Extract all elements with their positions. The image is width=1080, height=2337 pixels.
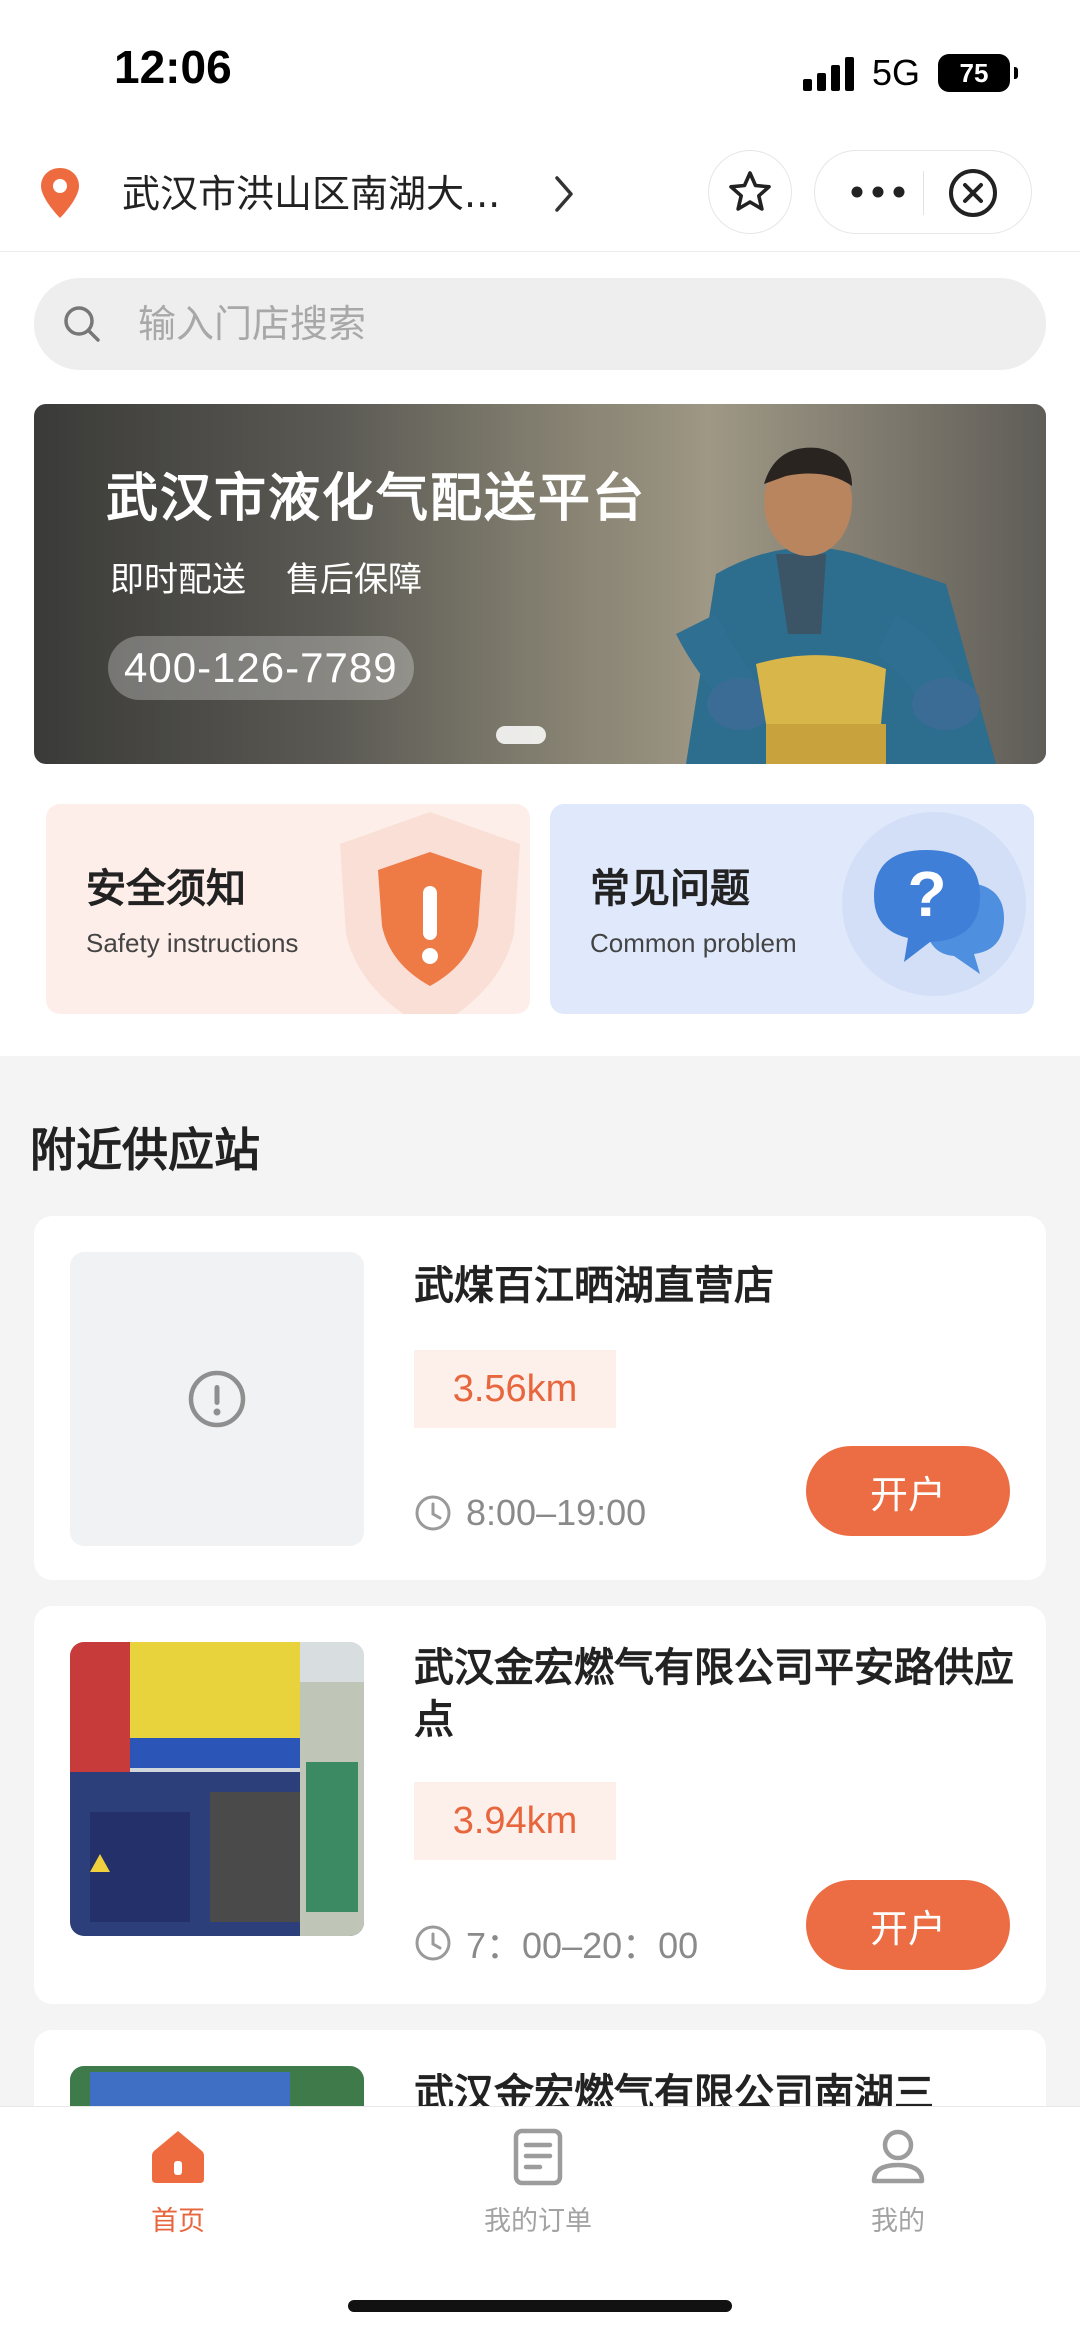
nav-header: 武汉市洪山区南湖大... (0, 140, 1080, 252)
capsule-divider (923, 171, 924, 215)
clock-icon (415, 1495, 451, 1531)
safety-subtitle: Safety instructions (86, 928, 299, 958)
clock-icon (415, 1925, 451, 1961)
home-indicator[interactable] (348, 2300, 732, 2312)
hotline-number[interactable]: 400-126-7789 (108, 636, 414, 700)
tab-orders-label: 我的订单 (484, 2206, 592, 2237)
current-location[interactable]: 武汉市洪山区南湖大... (122, 166, 542, 222)
storefront-photo (70, 1642, 364, 1936)
battery-icon: 75 (938, 54, 1018, 92)
safety-instructions-card[interactable]: 安全须知 Safety instructions (46, 804, 530, 1014)
station-photo (70, 1642, 364, 1936)
search-input[interactable] (138, 278, 1018, 370)
station-name: 武煤百江晒湖直营店 (414, 1263, 774, 1309)
status-time: 12:06 (114, 41, 232, 93)
banner-title: 武汉市液化气配送平台 (106, 469, 647, 529)
station-name: 武汉金宏燃气有限公司平安路供应点 (414, 1645, 1014, 1743)
promo-banner[interactable]: 武汉市液化气配送平台 即时配送 售后保障 400-126-7789 (34, 404, 1046, 764)
store-search-bar (34, 278, 1046, 370)
tab-mine-label: 我的 (871, 2206, 925, 2237)
favorite-button[interactable] (708, 150, 792, 234)
mini-program-capsule (814, 150, 1032, 234)
open-account-button[interactable]: 开户 (806, 1880, 1010, 1970)
tab-home-label: 首页 (151, 2206, 205, 2237)
tab-mine[interactable]: 我的 (798, 2125, 998, 2255)
station-image-placeholder (70, 1252, 364, 1546)
tab-orders[interactable]: 我的订单 (438, 2125, 638, 2255)
network-type: 5G (871, 52, 920, 93)
station-hours-text: 7：00–20：00 (466, 1925, 699, 1966)
svg-text:?: ? (907, 858, 946, 930)
station-distance: 3.56km (414, 1350, 616, 1428)
home-icon (152, 2131, 204, 2183)
shield-icon (340, 812, 520, 1014)
station-hours: 7：00–20：00 (414, 1918, 698, 1968)
close-circle-icon[interactable] (947, 167, 999, 219)
section-title: 附近供应站 (30, 1123, 260, 1177)
faq-title: 常见问题 (590, 866, 750, 912)
banner-tag-service: 售后保障 (286, 560, 422, 600)
safety-title: 安全须知 (86, 866, 246, 912)
station-hours-text: 8:00–19:00 (466, 1492, 647, 1533)
battery-level: 75 (959, 57, 989, 88)
tab-home[interactable]: 首页 (78, 2125, 278, 2255)
star-icon (729, 171, 771, 211)
chevron-right-icon[interactable] (552, 174, 576, 214)
user-icon (871, 2129, 925, 2184)
station-distance: 3.94km (414, 1782, 616, 1860)
chat-question-icon: ? (842, 812, 1026, 996)
signal-icon (802, 55, 854, 91)
status-bar: 12:06 5G 75 (0, 0, 1080, 140)
station-hours: 8:00–19:00 (414, 1488, 646, 1538)
status-indicators: 5G 75 (802, 50, 1018, 96)
orders-icon (513, 2128, 563, 2186)
more-icon[interactable] (849, 181, 907, 203)
search-icon (64, 306, 100, 342)
location-pin-icon[interactable] (38, 166, 82, 220)
carousel-indicator (496, 726, 546, 744)
alert-circle-icon (188, 1370, 246, 1428)
banner-tag-delivery: 即时配送 (110, 560, 246, 600)
common-problem-card[interactable]: 常见问题 Common problem ? (550, 804, 1034, 1014)
station-card[interactable]: 武汉金宏燃气有限公司平安路供应点 3.94km 7：00–20：00 开户 (34, 1606, 1046, 2004)
faq-subtitle: Common problem (590, 928, 797, 958)
station-card[interactable]: 武煤百江晒湖直营店 3.56km 8:00–19:00 开户 (34, 1216, 1046, 1580)
open-account-button[interactable]: 开户 (806, 1446, 1010, 1536)
banner-tags: 即时配送 售后保障 (110, 552, 422, 601)
